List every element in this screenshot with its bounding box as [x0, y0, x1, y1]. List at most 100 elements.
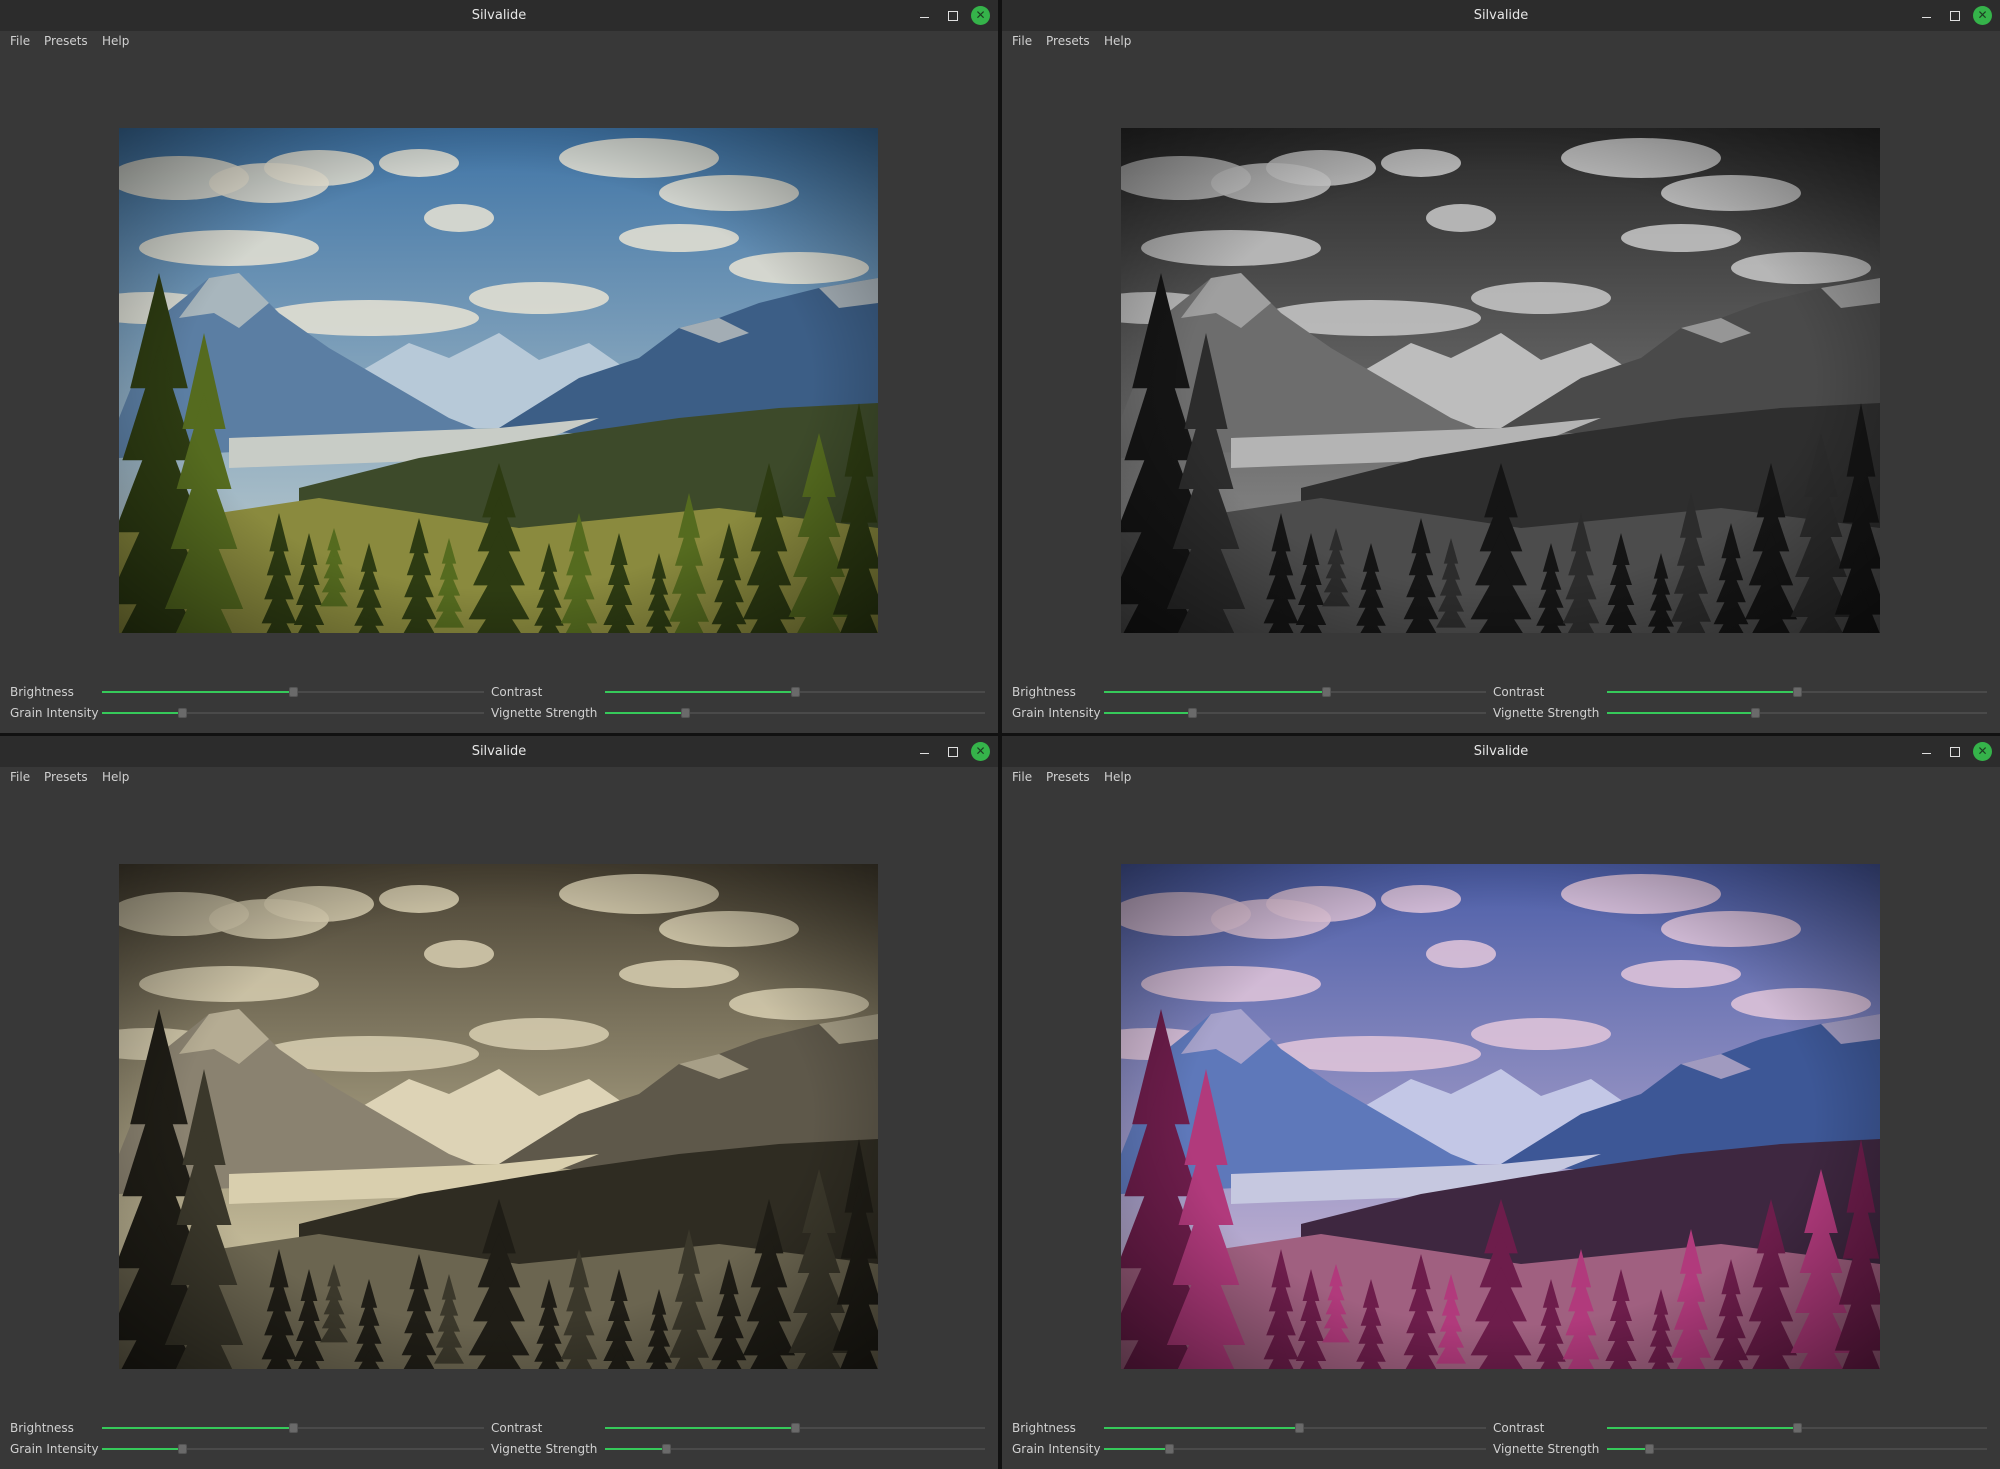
- grain-intensity-slider[interactable]: [102, 707, 484, 719]
- brightness-slider[interactable]: [1104, 686, 1486, 698]
- close-button[interactable]: ✕: [971, 742, 990, 761]
- close-button[interactable]: ✕: [1973, 742, 1992, 761]
- contrast-slider[interactable]: [605, 1422, 985, 1434]
- menu-presets[interactable]: Presets: [1046, 34, 1090, 48]
- menu-presets[interactable]: Presets: [44, 34, 88, 48]
- slider-handle[interactable]: [289, 1423, 298, 1433]
- adjustment-controls: Brightness Contrast Grain Intensity Vign…: [1002, 680, 2000, 730]
- adjustment-controls: Brightness Contrast Grain Intensity Vign…: [0, 1416, 998, 1466]
- vignette-strength-slider[interactable]: [605, 1443, 985, 1455]
- maximize-icon: [947, 10, 958, 21]
- title-bar[interactable]: Silvalide ✕: [0, 0, 998, 31]
- window-title: Silvalide: [1473, 744, 1529, 759]
- menu-presets[interactable]: Presets: [44, 770, 88, 784]
- menu-bar: File Presets Help: [0, 767, 998, 788]
- minimize-icon: [920, 752, 929, 755]
- title-bar[interactable]: Silvalide ✕: [1002, 0, 2000, 31]
- contrast-label: Contrast: [491, 1421, 543, 1435]
- window-title: Silvalide: [471, 744, 527, 759]
- slider-handle[interactable]: [791, 1423, 800, 1433]
- adjustment-controls: Brightness Contrast Grain Intensity Vign…: [0, 680, 998, 730]
- grain-intensity-label: Grain Intensity: [10, 1442, 99, 1456]
- menu-help[interactable]: Help: [102, 34, 129, 48]
- menu-bar: File Presets Help: [0, 31, 998, 52]
- slider-handle[interactable]: [1164, 1444, 1174, 1454]
- maximize-button[interactable]: [943, 742, 962, 761]
- slider-handle[interactable]: [178, 708, 188, 718]
- slider-handle[interactable]: [1751, 708, 1761, 718]
- grain-intensity-label: Grain Intensity: [10, 706, 99, 720]
- grain-intensity-label: Grain Intensity: [1012, 1442, 1101, 1456]
- slider-handle[interactable]: [178, 1444, 188, 1454]
- slider-handle[interactable]: [289, 687, 298, 697]
- grain-intensity-label: Grain Intensity: [1012, 706, 1101, 720]
- vignette-strength-slider[interactable]: [1607, 707, 1987, 719]
- vignette-strength-label: Vignette Strength: [1493, 706, 1600, 720]
- brightness-label: Brightness: [1012, 685, 1076, 699]
- contrast-slider[interactable]: [1607, 686, 1987, 698]
- vignette-strength-slider[interactable]: [605, 707, 985, 719]
- brightness-label: Brightness: [1012, 1421, 1076, 1435]
- close-button[interactable]: ✕: [971, 6, 990, 25]
- title-bar[interactable]: Silvalide ✕: [1002, 736, 2000, 767]
- menu-help[interactable]: Help: [102, 770, 129, 784]
- app-window: Silvalide ✕ File Presets Help Brightness…: [1002, 736, 2000, 1469]
- slider-handle[interactable]: [1644, 1444, 1654, 1454]
- title-bar[interactable]: Silvalide ✕: [0, 736, 998, 767]
- minimize-button[interactable]: [915, 6, 934, 25]
- vignette-strength-label: Vignette Strength: [1493, 1442, 1600, 1456]
- menu-file[interactable]: File: [10, 770, 30, 784]
- grain-intensity-slider[interactable]: [1104, 1443, 1486, 1455]
- maximize-icon: [947, 746, 958, 757]
- menu-bar: File Presets Help: [1002, 767, 2000, 788]
- brightness-slider[interactable]: [1104, 1422, 1486, 1434]
- app-window: Silvalide ✕ File Presets Help Brightness…: [0, 0, 998, 733]
- minimize-icon: [1922, 752, 1931, 755]
- contrast-label: Contrast: [491, 685, 543, 699]
- adjustment-controls: Brightness Contrast Grain Intensity Vign…: [1002, 1416, 2000, 1466]
- brightness-label: Brightness: [10, 1421, 74, 1435]
- grain-intensity-slider[interactable]: [1104, 707, 1486, 719]
- contrast-label: Contrast: [1493, 685, 1545, 699]
- minimize-icon: [1922, 16, 1931, 19]
- photo-preview: [119, 128, 878, 633]
- menu-file[interactable]: File: [10, 34, 30, 48]
- minimize-button[interactable]: [1917, 742, 1936, 761]
- menu-presets[interactable]: Presets: [1046, 770, 1090, 784]
- maximize-icon: [1949, 10, 1960, 21]
- close-button[interactable]: ✕: [1973, 6, 1992, 25]
- menu-help[interactable]: Help: [1104, 770, 1131, 784]
- minimize-button[interactable]: [1917, 6, 1936, 25]
- brightness-slider[interactable]: [102, 686, 484, 698]
- slider-handle[interactable]: [1294, 1423, 1304, 1433]
- vignette-strength-slider[interactable]: [1607, 1443, 1987, 1455]
- menu-help[interactable]: Help: [1104, 34, 1131, 48]
- maximize-button[interactable]: [1945, 6, 1964, 25]
- slider-handle[interactable]: [1187, 708, 1197, 718]
- slider-handle[interactable]: [791, 687, 800, 697]
- slider-handle[interactable]: [680, 708, 690, 718]
- menu-file[interactable]: File: [1012, 34, 1032, 48]
- minimize-button[interactable]: [915, 742, 934, 761]
- photo-preview: [119, 864, 878, 1369]
- minimize-icon: [920, 16, 929, 19]
- grain-intensity-slider[interactable]: [102, 1443, 484, 1455]
- vignette-strength-label: Vignette Strength: [491, 1442, 598, 1456]
- app-window: Silvalide ✕ File Presets Help Brightness…: [1002, 0, 2000, 733]
- window-title: Silvalide: [471, 8, 527, 23]
- maximize-icon: [1949, 746, 1960, 757]
- photo-preview: [1121, 864, 1880, 1369]
- contrast-slider[interactable]: [605, 686, 985, 698]
- contrast-slider[interactable]: [1607, 1422, 1987, 1434]
- slider-handle[interactable]: [1793, 687, 1802, 697]
- brightness-slider[interactable]: [102, 1422, 484, 1434]
- contrast-label: Contrast: [1493, 1421, 1545, 1435]
- maximize-button[interactable]: [943, 6, 962, 25]
- slider-handle[interactable]: [661, 1444, 671, 1454]
- slider-handle[interactable]: [1321, 687, 1331, 697]
- maximize-button[interactable]: [1945, 742, 1964, 761]
- menu-file[interactable]: File: [1012, 770, 1032, 784]
- brightness-label: Brightness: [10, 685, 74, 699]
- slider-handle[interactable]: [1793, 1423, 1802, 1433]
- photo-preview: [1121, 128, 1880, 633]
